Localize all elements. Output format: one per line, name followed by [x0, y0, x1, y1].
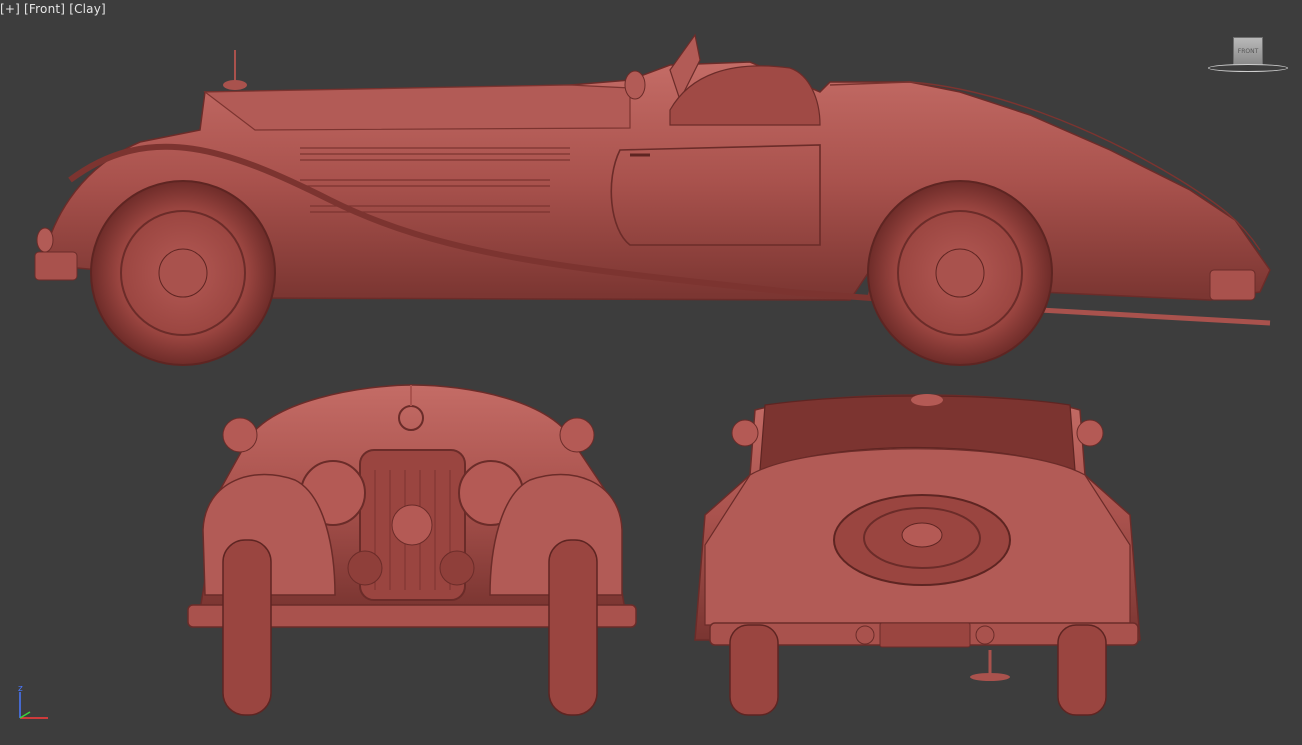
viewport-point-of-view-menu[interactable]: [Front]: [24, 2, 65, 16]
viewport-shading-menu[interactable]: [Clay]: [69, 2, 106, 16]
side-mirror: [624, 70, 646, 100]
rear-tire-left: [729, 624, 779, 716]
side-hood-top: [203, 84, 631, 131]
side-front-bumper: [34, 251, 78, 281]
front-viewport[interactable]: [+] [Front] [Clay] FRONT z: [0, 0, 1302, 745]
side-exhaust: [1039, 307, 1271, 326]
side-headlamp: [36, 227, 54, 253]
rear-plate: [879, 622, 971, 648]
rear-tire-right: [1057, 624, 1107, 716]
front-tire-left: [222, 539, 272, 716]
front-horn-left: [347, 550, 383, 586]
axis-tripod-icon: z: [14, 684, 54, 724]
viewport-label: [+] [Front] [Clay]: [0, 2, 106, 16]
side-rear-bumper: [1209, 269, 1256, 301]
viewport-menu-plus[interactable]: [+]: [0, 2, 20, 16]
car-side-view: [34, 33, 1271, 366]
side-rear-wheel: [867, 180, 1053, 366]
car-rear-view: [694, 394, 1141, 716]
side-front-wheel: [90, 180, 276, 366]
car-front-view: [187, 384, 637, 716]
front-tire-right: [548, 539, 598, 716]
front-horn-right: [439, 550, 475, 586]
front-center-lamp: [391, 504, 433, 546]
